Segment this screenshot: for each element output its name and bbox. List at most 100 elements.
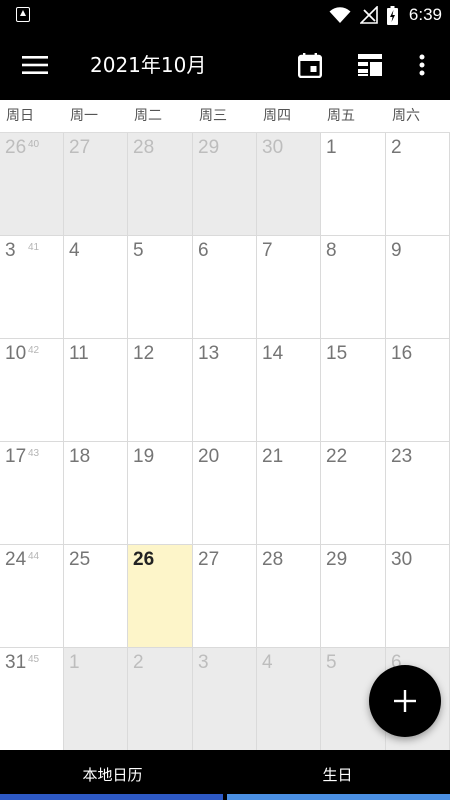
weekday-label: 周六 [392, 108, 420, 124]
day-number: 2 [133, 652, 144, 673]
day-cell[interactable]: 2 [386, 133, 450, 236]
day-cell[interactable]: 18 [64, 442, 128, 545]
day-cell[interactable]: 9 [386, 236, 450, 339]
day-cell[interactable]: 4 [64, 236, 128, 339]
day-number: 17 [5, 446, 27, 467]
day-number: 18 [69, 446, 91, 467]
day-number: 1 [69, 652, 80, 673]
app-notification-icon [16, 7, 30, 22]
day-cell[interactable]: 29 [321, 545, 386, 648]
more-vert-icon [419, 54, 425, 76]
day-number: 31 [5, 652, 27, 673]
menu-icon [22, 56, 48, 74]
week-number: 43 [28, 448, 40, 459]
month-grid: 26 40 27 28 29 30 1 2 3 41 4 5 6 7 8 9 10 42 11 12 13 14 15 16 1… [0, 133, 450, 751]
day-number: 27 [198, 549, 220, 570]
day-cell[interactable]: 13 [193, 339, 257, 442]
day-cell[interactable]: 24 44 [0, 545, 64, 648]
weekday-label: 周四 [263, 108, 291, 124]
day-number: 8 [326, 240, 337, 261]
day-cell[interactable]: 28 [128, 133, 193, 236]
tab-birthday[interactable]: 生日 [225, 750, 450, 800]
day-number: 11 [69, 343, 89, 364]
day-cell[interactable]: 30 [257, 133, 321, 236]
day-cell[interactable]: 8 [321, 236, 386, 339]
day-cell[interactable]: 23 [386, 442, 450, 545]
day-cell[interactable]: 1 [64, 648, 128, 751]
tab-label: 生日 [322, 765, 353, 784]
day-number: 24 [5, 549, 27, 570]
day-number: 26 [133, 549, 155, 570]
week-number: 42 [28, 345, 40, 356]
day-number: 4 [69, 240, 80, 261]
day-number: 3 [198, 652, 209, 673]
battery-charging-icon [386, 5, 398, 25]
day-number: 22 [326, 446, 348, 467]
more-options-button[interactable] [399, 42, 445, 88]
day-number: 12 [133, 343, 155, 364]
day-cell[interactable]: 15 [321, 339, 386, 442]
day-cell[interactable]: 27 [193, 545, 257, 648]
day-cell[interactable]: 11 [64, 339, 128, 442]
day-cell[interactable]: 2 [128, 648, 193, 751]
day-number: 4 [262, 652, 273, 673]
weekday-label: 周五 [327, 108, 355, 124]
day-number: 6 [198, 240, 209, 261]
week-number: 40 [28, 139, 40, 150]
weekday-label: 周日 [6, 108, 34, 124]
tab-label: 本地日历 [82, 765, 143, 784]
menu-button[interactable] [12, 42, 58, 88]
day-number: 13 [198, 343, 220, 364]
day-number: 21 [262, 446, 284, 467]
view-layout-icon [358, 54, 382, 76]
status-icons: 6:39 [329, 0, 442, 30]
day-cell[interactable]: 31 45 [0, 648, 64, 751]
week-number: 41 [28, 242, 40, 253]
day-cell[interactable]: 21 [257, 442, 321, 545]
day-number: 30 [391, 549, 413, 570]
day-cell[interactable]: 10 42 [0, 339, 64, 442]
calendar-today-icon [298, 52, 322, 78]
day-cell[interactable]: 1 [321, 133, 386, 236]
day-cell[interactable]: 25 [64, 545, 128, 648]
day-cell[interactable]: 17 43 [0, 442, 64, 545]
day-cell[interactable]: 26 40 [0, 133, 64, 236]
day-cell[interactable]: 27 [64, 133, 128, 236]
today-button[interactable] [287, 42, 333, 88]
status-time: 6:39 [408, 5, 442, 24]
day-cell[interactable]: 7 [257, 236, 321, 339]
day-cell[interactable]: 30 [386, 545, 450, 648]
day-number: 19 [133, 446, 155, 467]
day-cell[interactable]: 3 41 [0, 236, 64, 339]
day-cell[interactable]: 14 [257, 339, 321, 442]
day-number: 5 [133, 240, 144, 261]
day-number: 20 [198, 446, 220, 467]
tab-color-indicator [227, 794, 450, 800]
day-cell[interactable]: 5 [128, 236, 193, 339]
day-cell[interactable]: 16 [386, 339, 450, 442]
day-cell[interactable]: 28 [257, 545, 321, 648]
day-cell[interactable]: 29 [193, 133, 257, 236]
month-title[interactable]: 2021年10月 [90, 50, 206, 80]
status-bar: 6:39 [0, 0, 450, 30]
day-number: 15 [326, 343, 348, 364]
day-cell[interactable]: 3 [193, 648, 257, 751]
day-cell[interactable]: 4 [257, 648, 321, 751]
day-cell[interactable]: 12 [128, 339, 193, 442]
day-number: 14 [262, 343, 284, 364]
tab-local-calendar[interactable]: 本地日历 [0, 750, 225, 800]
week-number: 44 [28, 551, 40, 562]
day-number: 9 [391, 240, 402, 261]
day-number: 26 [5, 137, 27, 158]
day-cell[interactable]: 22 [321, 442, 386, 545]
day-cell-today[interactable]: 26 [128, 545, 193, 648]
day-cell[interactable]: 6 [193, 236, 257, 339]
day-number: 3 [5, 240, 16, 261]
day-number: 29 [198, 137, 220, 158]
day-cell[interactable]: 19 [128, 442, 193, 545]
weekday-header: 周日 周一 周二 周三 周四 周五 周六 [0, 100, 450, 133]
day-cell[interactable]: 20 [193, 442, 257, 545]
view-switch-button[interactable] [347, 42, 393, 88]
weekday-label: 周一 [70, 108, 98, 124]
add-event-button[interactable] [369, 665, 441, 737]
